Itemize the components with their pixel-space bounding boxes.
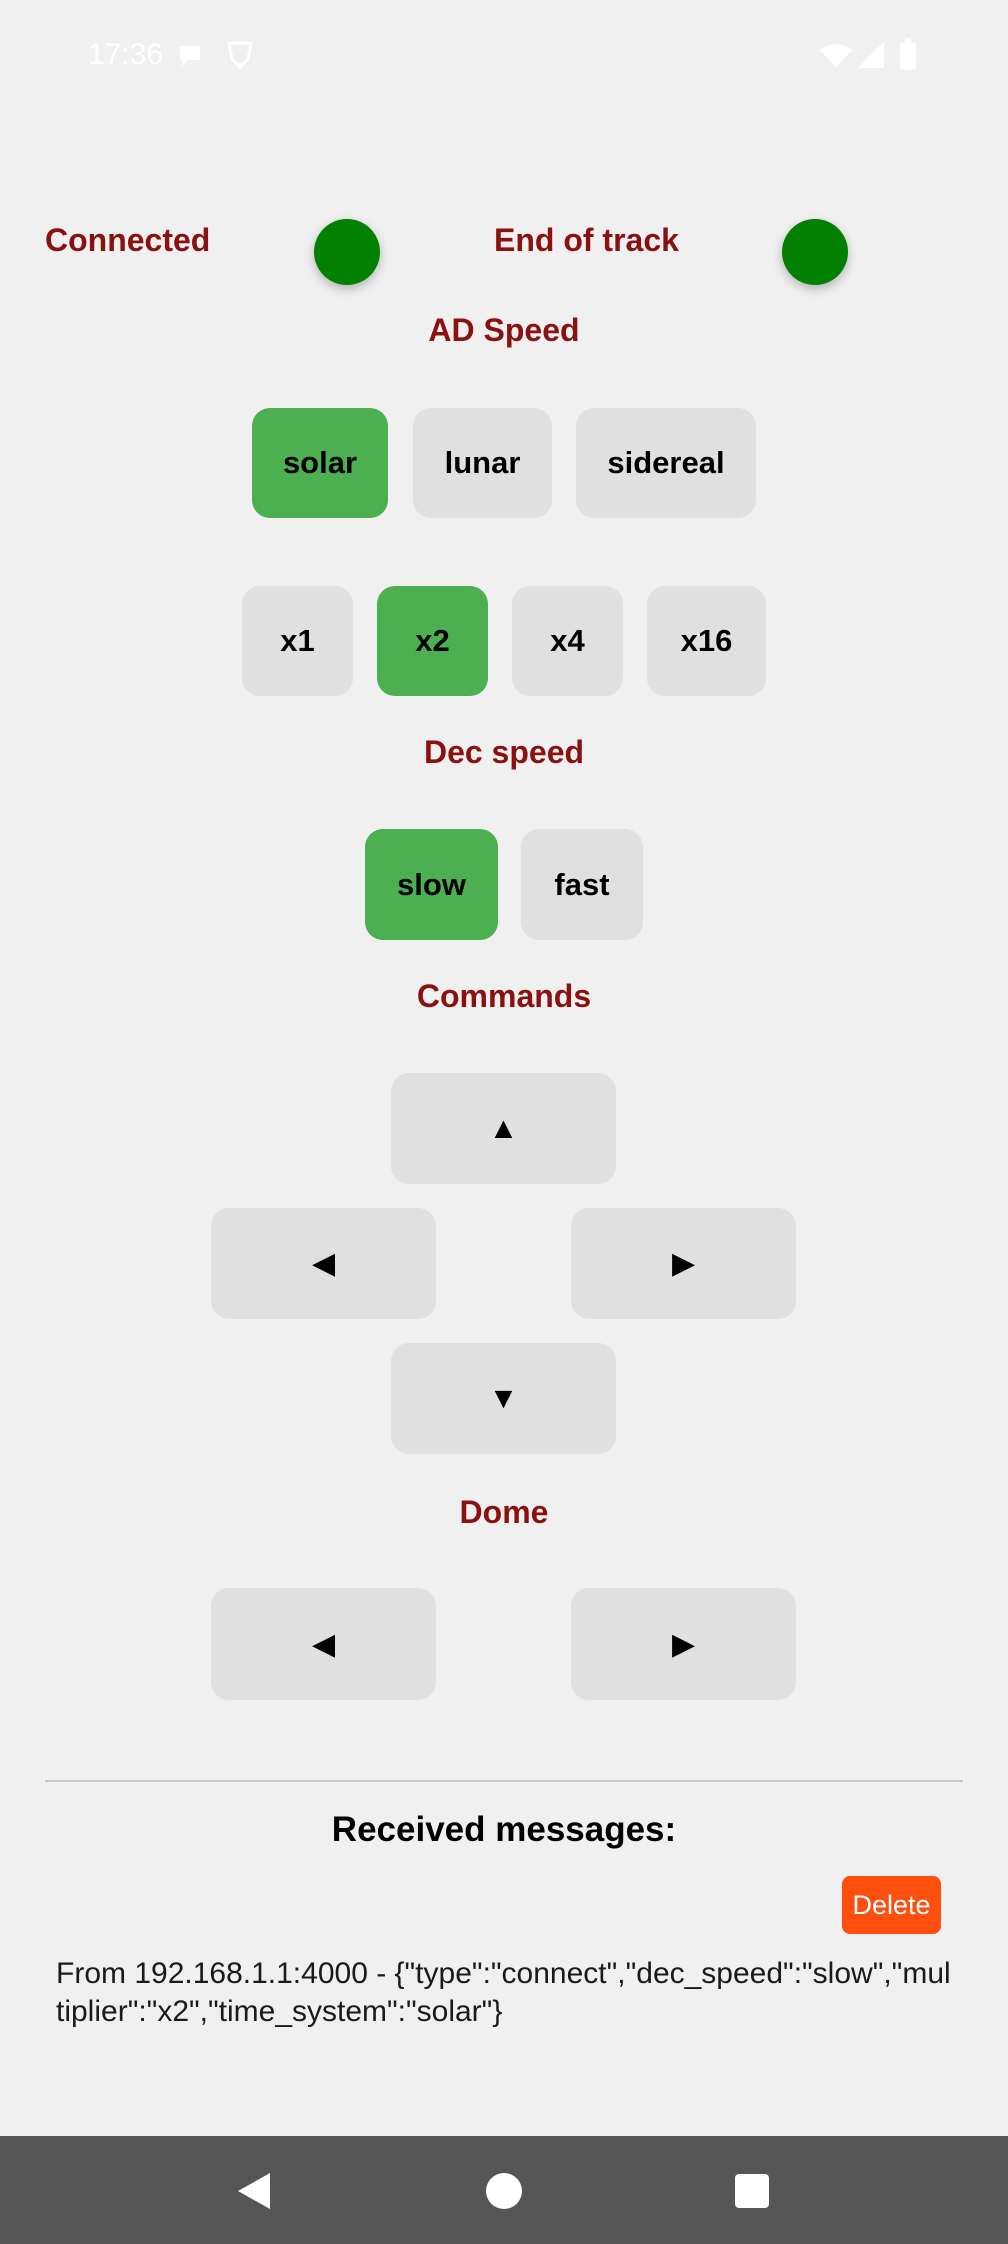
end-of-track-indicator [782,219,848,285]
fast-button[interactable]: fast [521,829,643,940]
arrow-left-icon: ◀ [311,1247,336,1280]
lunar-button[interactable]: lunar [413,408,552,518]
arrow-right-icon: ▶ [671,1627,696,1661]
solar-button[interactable]: solar [252,408,388,518]
arrow-down-icon: ▼ [488,1381,519,1415]
dec-speed-title: Dec speed [423,734,585,770]
dome-right-button[interactable]: ▶ [571,1588,796,1700]
connected-label: Connected [45,222,211,258]
recents-icon[interactable] [734,2173,770,2209]
connected-indicator [314,219,380,285]
arrow-up-icon: ▲ [488,1111,519,1145]
cell-signal-icon [858,42,884,68]
x2-button[interactable]: x2 [377,586,488,696]
move-left-button[interactable]: ◀ [211,1208,436,1319]
move-down-button[interactable]: ▼ [391,1343,616,1454]
slow-button[interactable]: slow [365,829,498,940]
received-messages-title: Received messages: [331,1810,677,1849]
x4-button[interactable]: x4 [512,586,623,696]
ad-speed-title: AD Speed [428,312,580,348]
home-icon[interactable] [484,2171,524,2211]
wifi-icon [820,44,852,68]
message-item: From 192.168.1.1:4000 - {"type":"connect… [56,1957,951,2028]
x16-button[interactable]: x16 [647,586,766,696]
status-time: 17:36 [88,38,164,71]
shield-icon [227,41,253,70]
arrow-right-icon: ▶ [671,1247,696,1280]
sidereal-button[interactable]: sidereal [576,408,756,518]
move-right-button[interactable]: ▶ [571,1208,796,1319]
navigation-bar [0,2136,1008,2244]
commands-title: Commands [416,978,592,1014]
dome-left-button[interactable]: ◀ [211,1588,436,1700]
end-of-track-label: End of track [494,222,679,258]
message-bubble-icon [180,46,200,66]
move-up-button[interactable]: ▲ [391,1073,616,1184]
divider [45,1780,963,1782]
back-icon[interactable] [234,2170,274,2212]
delete-button[interactable]: Delete [842,1876,941,1934]
x1-button[interactable]: x1 [242,586,353,696]
arrow-left-icon: ◀ [311,1627,336,1661]
dome-title: Dome [459,1494,549,1530]
battery-icon [900,38,916,70]
